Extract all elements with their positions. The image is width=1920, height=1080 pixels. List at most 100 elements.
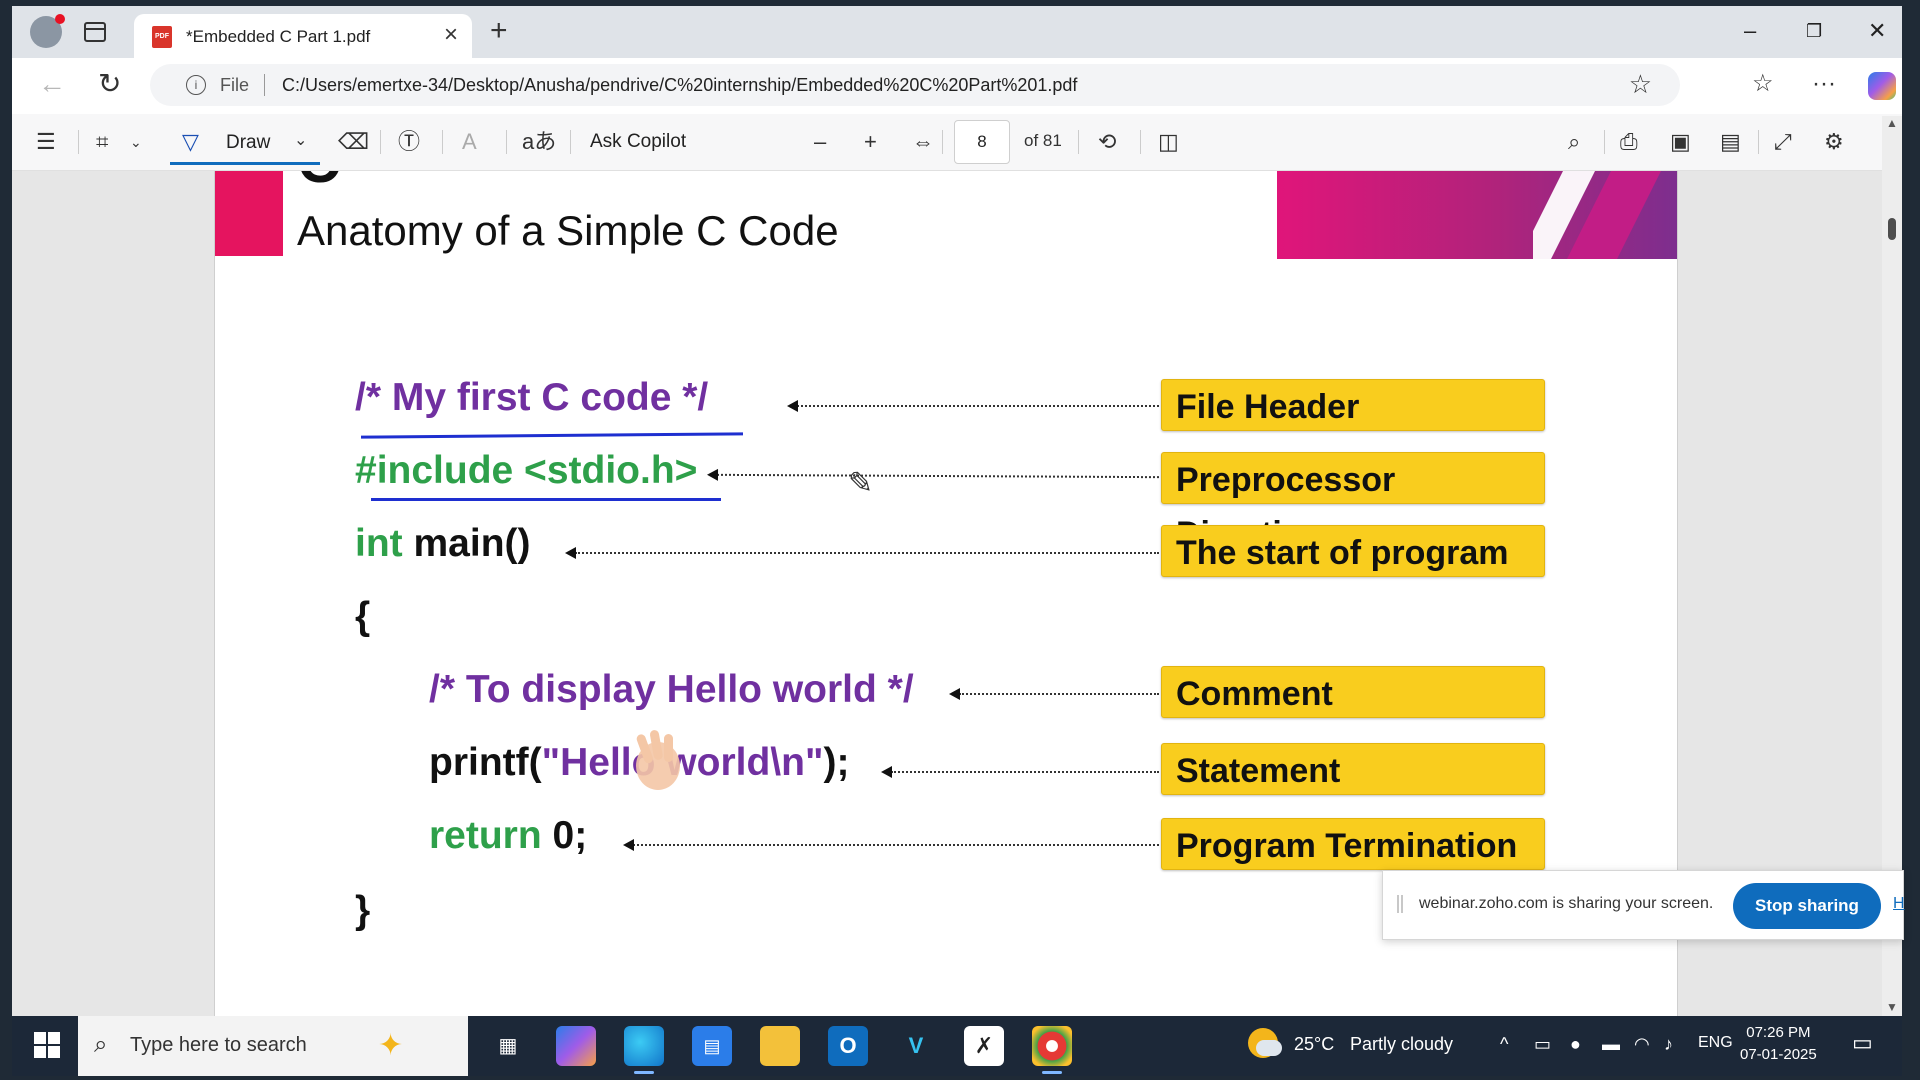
rotate-icon[interactable]: ⟲ <box>1098 128 1116 156</box>
label-file-header: File Header <box>1161 379 1545 431</box>
code-line-comment-display: /* To display Hello world */ <box>429 668 914 711</box>
page-number-input[interactable]: 8 <box>954 120 1010 164</box>
wifi-icon[interactable]: ◠ <box>1634 1034 1650 1055</box>
banner-chevron-icon <box>1533 171 1661 259</box>
battery-icon[interactable]: ▬ <box>1602 1034 1620 1055</box>
scrollbar-thumb[interactable] <box>1888 218 1896 240</box>
toolbar-divider <box>506 130 507 154</box>
site-info-icon[interactable]: i <box>186 75 206 95</box>
code-printf-fn: printf( <box>429 741 542 784</box>
arrow-termination <box>623 839 1159 851</box>
minimize-icon[interactable]: – <box>1744 16 1756 46</box>
task-view-icon[interactable]: ▦ <box>488 1026 528 1066</box>
address-bar[interactable]: i File C:/Users/emertxe-34/Desktop/Anush… <box>150 64 1680 106</box>
code-main-rest: main() <box>402 522 531 565</box>
address-url[interactable]: C:/Users/emertxe-34/Desktop/Anusha/pendr… <box>282 75 1077 96</box>
back-arrow-icon[interactable]: ← <box>38 68 66 100</box>
slide-title: Anatomy of a Simple C Code <box>297 207 839 254</box>
zoom-out-icon[interactable]: – <box>814 128 826 156</box>
fullscreen-icon[interactable]: ⤢ <box>1774 128 1792 156</box>
scroll-down-icon[interactable]: ▼ <box>1886 1000 1898 1014</box>
volume-icon[interactable]: ♪ <box>1664 1034 1673 1055</box>
close-window-icon[interactable]: ✕ <box>1868 16 1886 46</box>
translate-icon[interactable]: aあ <box>522 128 556 156</box>
chrome-browser-icon[interactable] <box>1032 1026 1072 1074</box>
arrow-statement <box>881 766 1159 778</box>
store-icon[interactable]: ▤ <box>692 1026 732 1066</box>
search-icon[interactable]: ⌕ <box>1568 128 1580 156</box>
reload-icon[interactable]: ↻ <box>98 68 121 100</box>
drag-handle-icon[interactable] <box>1397 895 1403 913</box>
slide-accent-block <box>215 171 283 256</box>
notifications-icon[interactable]: ▭ <box>1852 1030 1873 1056</box>
stop-sharing-button[interactable]: Stop sharing <box>1733 883 1881 929</box>
copilot-app-icon[interactable] <box>556 1026 596 1066</box>
contents-list-icon[interactable]: ☰ <box>36 128 56 156</box>
save-as-icon[interactable]: ▤ <box>1720 128 1741 156</box>
editor-app-icon[interactable]: V <box>896 1026 936 1066</box>
file-explorer-icon[interactable] <box>760 1026 800 1066</box>
settings-gear-icon[interactable]: ⚙ <box>1824 128 1844 156</box>
toolbar-divider <box>570 130 571 154</box>
print-icon[interactable]: ⎙ <box>1620 128 1638 156</box>
browser-window: PDF *Embedded C Part 1.pdf × + – ❐ ✕ ← ↻… <box>12 6 1902 1016</box>
language-indicator[interactable]: ENG <box>1698 1034 1733 1052</box>
arrow-start-program <box>565 547 1159 559</box>
tab-pdf[interactable]: PDF *Embedded C Part 1.pdf × <box>134 14 472 58</box>
new-tab-icon[interactable]: + <box>490 16 508 46</box>
save-icon[interactable]: ▣ <box>1670 128 1691 156</box>
draw-button[interactable]: ▽ Draw ⌄ <box>170 122 320 165</box>
label-termination: Program Termination <box>1161 818 1545 870</box>
fit-width-icon[interactable]: ⇔ <box>912 128 934 156</box>
taskbar-search[interactable]: ⌕ Type here to search ✦ <box>78 1016 468 1076</box>
more-menu-icon[interactable]: ··· <box>1812 68 1836 100</box>
add-text-icon[interactable]: Ⓣ <box>398 128 420 156</box>
eraser-icon[interactable]: ⌫ <box>338 128 369 156</box>
hide-link[interactable]: H <box>1893 895 1905 913</box>
taskbar-clock[interactable]: 07:26 PM 07-01-2025 <box>1740 1022 1817 1066</box>
ask-copilot-button[interactable]: Ask Copilot <box>590 131 686 153</box>
outlook-icon[interactable]: O <box>828 1026 868 1066</box>
page-view-icon[interactable]: ◫ <box>1158 128 1179 156</box>
notes-app-icon[interactable]: ✗ <box>964 1026 1004 1066</box>
slide-header-letter: C <box>297 171 340 196</box>
profile-avatar-icon[interactable] <box>30 14 65 48</box>
highlight-chevron-icon[interactable]: ⌄ <box>130 128 142 156</box>
copilot-icon[interactable] <box>1868 72 1896 100</box>
favorites-icon[interactable]: ☆ <box>1752 68 1774 100</box>
highlight-icon[interactable]: ⌗ <box>96 128 108 156</box>
restore-icon[interactable]: ❐ <box>1806 16 1822 46</box>
weather-icon[interactable] <box>1248 1028 1282 1058</box>
waving-hand-icon <box>636 730 680 790</box>
share-message: webinar.zoho.com is sharing your screen. <box>1419 895 1714 912</box>
arrow-comment <box>949 688 1159 700</box>
tray-chevron-icon[interactable]: ^ <box>1500 1034 1508 1055</box>
tab-actions-icon[interactable] <box>84 22 106 42</box>
address-divider <box>264 74 265 96</box>
address-row: ← ↻ i File C:/Users/emertxe-34/Desktop/A… <box>12 58 1902 114</box>
microphone-icon[interactable]: ● <box>1570 1034 1581 1055</box>
pdf-toolbar: ☰ ⌗ ⌄ ▽ Draw ⌄ ⌫ Ⓣ A aあ Ask Copilot – + … <box>12 114 1902 171</box>
toolbar-divider <box>1078 130 1079 154</box>
windows-start-icon[interactable] <box>34 1032 60 1058</box>
toolbar-divider <box>380 130 381 154</box>
scroll-up-icon[interactable]: ▲ <box>1886 116 1898 130</box>
code-printf-end: ); <box>823 741 850 784</box>
draw-pen-icon: ▽ <box>182 129 199 154</box>
toolbar-divider <box>1140 130 1141 154</box>
pdf-file-icon: PDF <box>152 26 172 48</box>
tab-strip: PDF *Embedded C Part 1.pdf × + – ❐ ✕ <box>12 6 1902 58</box>
sparkle-icon: ✦ <box>378 1029 404 1062</box>
code-line-return: return 0; <box>429 814 587 858</box>
weather-temp[interactable]: 25°C <box>1294 1034 1334 1055</box>
weather-desc[interactable]: Partly cloudy <box>1350 1034 1453 1055</box>
search-placeholder: Type here to search <box>130 1034 307 1056</box>
edge-browser-icon[interactable] <box>624 1026 664 1074</box>
draw-chevron-icon[interactable]: ⌄ <box>294 130 307 150</box>
toolbar-divider <box>78 130 79 154</box>
read-aloud-icon[interactable]: A <box>462 128 477 156</box>
favorite-star-icon[interactable]: ☆ <box>1629 69 1652 99</box>
meet-now-icon[interactable]: ▭ <box>1534 1034 1551 1055</box>
zoom-in-icon[interactable]: + <box>864 128 877 156</box>
tab-close-icon[interactable]: × <box>444 22 458 48</box>
